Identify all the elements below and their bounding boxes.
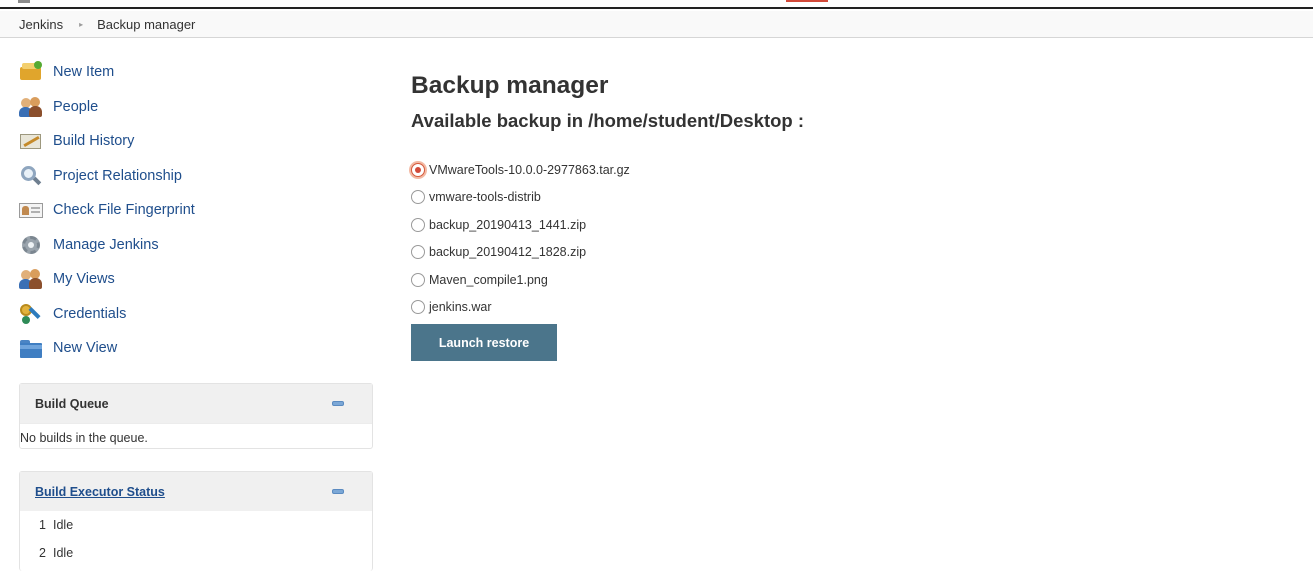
header-accent-fragment (786, 0, 828, 2)
task-new-view[interactable]: New View (19, 331, 379, 366)
backup-option[interactable]: VMwareTools-10.0.0-2977863.tar.gz (411, 156, 1291, 184)
folder-icon (19, 336, 43, 360)
task-project-relationship[interactable]: Project Relationship (19, 159, 379, 194)
gear-icon (19, 233, 43, 257)
build-queue-pane: Build Queue No builds in the queue. (19, 383, 373, 449)
task-people[interactable]: People (19, 90, 379, 125)
task-label[interactable]: New View (53, 340, 117, 356)
new-item-icon (19, 60, 43, 84)
executor-status-pane: Build Executor Status 1 Idle 2 Idle (19, 471, 373, 571)
executor-row: 2 Idle (20, 539, 372, 567)
backup-file-name: jenkins.war (429, 300, 492, 315)
executor-status-header: Build Executor Status (20, 472, 372, 511)
task-build-history[interactable]: Build History (19, 124, 379, 159)
backup-file-name: VMwareTools-10.0.0-2977863.tar.gz (429, 162, 630, 177)
collapse-icon[interactable] (332, 489, 344, 494)
radio-button[interactable] (411, 300, 425, 315)
breadcrumb-item-jenkins[interactable]: Jenkins (19, 17, 63, 32)
backup-location-heading: Available backup in /home/student/Deskto… (411, 110, 805, 131)
task-label[interactable]: Manage Jenkins (53, 237, 159, 253)
executor-number: 2 (39, 546, 46, 560)
backup-file-name: backup_20190413_1441.zip (429, 217, 587, 232)
page-title: Backup manager (411, 72, 609, 99)
backup-file-name: backup_20190412_1828.zip (429, 245, 587, 260)
header-logo-fragment (18, 0, 30, 3)
backup-option[interactable]: jenkins.war (411, 294, 1291, 322)
build-queue-empty: No builds in the queue. (20, 423, 372, 451)
backup-options: VMwareTools-10.0.0-2977863.tar.gz vmware… (411, 156, 1291, 321)
backup-file-name: Maven_compile1.png (429, 272, 548, 287)
breadcrumb: Jenkins ▸ Backup manager (0, 11, 1313, 38)
build-queue-title: Build Queue (35, 396, 109, 411)
backup-option[interactable]: Maven_compile1.png (411, 266, 1291, 294)
radio-button[interactable] (411, 245, 425, 260)
radio-button-selected[interactable] (411, 162, 425, 177)
task-credentials[interactable]: Credentials (19, 297, 379, 332)
main-panel: Backup manager Available backup in /home… (411, 66, 1291, 361)
breadcrumb-item-backup-manager[interactable]: Backup manager (97, 17, 195, 32)
task-label[interactable]: Credentials (53, 306, 126, 322)
radio-button[interactable] (411, 272, 425, 287)
search-icon (19, 164, 43, 188)
people-icon (19, 95, 43, 119)
executor-status: Idle (53, 546, 74, 560)
backup-option[interactable]: backup_20190412_1828.zip (411, 239, 1291, 267)
backup-file-name: vmware-tools-distrib (429, 190, 541, 205)
launch-restore-button[interactable]: Launch restore (411, 324, 557, 361)
executor-number: 1 (39, 518, 46, 532)
task-label[interactable]: My Views (53, 271, 115, 287)
side-panel-tasks: New Item People Build History Project Re… (19, 55, 379, 366)
build-history-icon (19, 129, 43, 153)
task-my-views[interactable]: My Views (19, 262, 379, 297)
executor-row: 1 Idle (20, 511, 372, 539)
task-label[interactable]: New Item (53, 64, 114, 80)
radio-button[interactable] (411, 190, 425, 205)
task-manage-jenkins[interactable]: Manage Jenkins (19, 228, 379, 263)
task-label[interactable]: Build History (53, 133, 134, 149)
breadcrumb-separator-icon: ▸ (79, 19, 84, 29)
radio-button[interactable] (411, 217, 425, 232)
collapse-icon[interactable] (332, 401, 344, 406)
backup-option[interactable]: vmware-tools-distrib (411, 184, 1291, 212)
header-strip (0, 0, 1313, 9)
people-icon (19, 267, 43, 291)
task-check-file-fingerprint[interactable]: Check File Fingerprint (19, 193, 379, 228)
build-queue-header: Build Queue (20, 384, 372, 423)
executor-status-title-link[interactable]: Build Executor Status (35, 485, 165, 499)
task-label[interactable]: Project Relationship (53, 168, 182, 184)
task-label[interactable]: People (53, 99, 98, 115)
task-new-item[interactable]: New Item (19, 55, 379, 90)
task-label[interactable]: Check File Fingerprint (53, 202, 195, 218)
credentials-icon (19, 302, 43, 326)
executor-status: Idle (53, 518, 74, 532)
fingerprint-icon (19, 198, 43, 222)
backup-option[interactable]: backup_20190413_1441.zip (411, 211, 1291, 239)
